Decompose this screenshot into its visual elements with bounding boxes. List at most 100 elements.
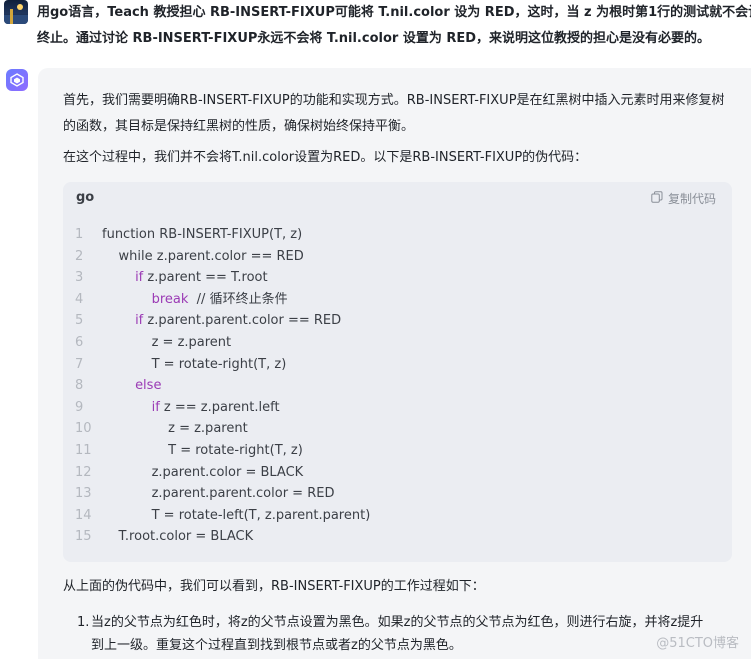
copy-code-button[interactable]: 复制代码 [651, 190, 716, 207]
code-content: while z.parent.color == RED [118, 248, 304, 264]
assistant-paragraph-pseudocode-intro: 在这个过程中，我们并不会将T.nil.color设置为RED。以下是RB-INS… [63, 150, 588, 165]
line-number: 2 [75, 248, 84, 264]
code-text: T = rotate-left(T, z.parent.parent) [102, 505, 371, 527]
code-text: if z.parent.parent.color == RED [102, 310, 341, 332]
code-text: else [102, 375, 161, 397]
code-text: T.root.color = BLACK [102, 526, 254, 548]
code-language-label: go [76, 190, 95, 205]
code-text: if z == z.parent.left [102, 397, 280, 419]
list-item-number: 1. [77, 615, 90, 630]
code-line: 3 if z.parent == T.root [63, 267, 732, 289]
code-line: 4 break // 循环终止条件 [63, 289, 732, 311]
line-number: 3 [75, 270, 84, 286]
line-number: 14 [75, 507, 92, 523]
line-number: 8 [75, 378, 84, 394]
code-text: break // 循环终止条件 [102, 289, 288, 311]
code-line: 5 if z.parent.parent.color == RED [63, 310, 732, 332]
code-text: z = z.parent [102, 332, 232, 354]
paragraph-line: 的函数，其目标是保持红黑树的性质，确保树始终保持平衡。 [63, 119, 415, 134]
line-number: 6 [75, 334, 84, 350]
code-content: function RB-INSERT-FIXUP(T, z) [102, 227, 303, 242]
line-number: 7 [75, 356, 84, 372]
code-block: go 复制代码 1 function RB-INSERT-FIXUP(T, z) 2… [63, 182, 732, 562]
user-message-text: 用go语言，Teach 教授担心 RB-INSERT-FIXUP可能将 T.ni… [37, 0, 751, 52]
code-content: z.parent.parent.color = RED [151, 486, 335, 502]
code-content: T = rotate-right(T, z) [168, 442, 303, 458]
code-content: z = z.parent [168, 421, 248, 437]
code-line: 10 z = z.parent [63, 418, 732, 440]
list-item-line: 当z的父节点为红色时，将z的父节点设置为黑色。如果z的父节点的父节点为红色，则进… [91, 615, 704, 630]
code-line: 6 z = z.parent [63, 332, 732, 354]
chat-page: 用go语言，Teach 教授担心 RB-INSERT-FIXUP可能将 T.ni… [0, 0, 751, 659]
assistant-paragraph-intro: 首先，我们需要明确RB-INSERT-FIXUP的功能和实现方式。RB-INSE… [63, 88, 743, 140]
code-content: z = z.parent [151, 334, 232, 350]
code-text: z.parent.color = BLACK [102, 462, 304, 484]
code-line: 9 if z == z.parent.left [63, 397, 732, 419]
line-number: 12 [75, 464, 92, 480]
line-number: 1 [75, 227, 84, 242]
watermark: @51CTO博客 [656, 636, 739, 651]
line-number: 9 [75, 399, 84, 415]
code-line: 8 else [63, 375, 732, 397]
code-content: T.root.color = BLACK [118, 529, 254, 545]
code-keyword: if [151, 399, 160, 415]
code-line: 14 T = rotate-left(T, z.parent.parent) [63, 505, 732, 527]
code-text: z = z.parent [102, 418, 248, 440]
user-message-line: 终止。通过讨论 RB-INSERT-FIXUP永远不会将 T.nil.color… [37, 31, 711, 46]
code-content: z.parent == T.root [143, 270, 268, 286]
user-avatar[interactable] [4, 0, 28, 24]
list-item-line: 到上一级。重复这个过程直到找到根节点或者z的父节点为黑色。 [91, 638, 462, 653]
code-line: 7 T = rotate-right(T, z) [63, 354, 732, 376]
code-content: z.parent.parent.color == RED [143, 313, 342, 329]
line-number: 5 [75, 313, 84, 329]
code-text: function RB-INSERT-FIXUP(T, z) [102, 224, 302, 246]
code-text: if z.parent == T.root [102, 267, 268, 289]
line-number: 4 [75, 291, 84, 307]
assistant-avatar-icon [6, 69, 28, 91]
code-line: 15 T.root.color = BLACK [63, 526, 732, 548]
user-message-line: 用go语言，Teach 教授担心 RB-INSERT-FIXUP可能将 T.ni… [37, 5, 751, 20]
list-item-text: 当z的父节点为红色时，将z的父节点设置为黑色。如果z的父节点的父节点为红色，则进… [91, 611, 741, 657]
code-lines: 1 function RB-INSERT-FIXUP(T, z) 2 while z… [63, 224, 732, 548]
code-text: T = rotate-right(T, z) [102, 440, 303, 462]
code-text: while z.parent.color == RED [102, 246, 304, 268]
copy-icon [651, 191, 663, 206]
line-number: 15 [75, 529, 92, 545]
paragraph-line: 首先，我们需要明确RB-INSERT-FIXUP的功能和实现方式。RB-INSE… [63, 93, 725, 108]
line-number: 13 [75, 486, 92, 502]
line-number: 11 [75, 442, 92, 458]
code-line: 12 z.parent.color = BLACK [63, 462, 732, 484]
code-content: z.parent.color = BLACK [151, 464, 304, 480]
code-text: z.parent.parent.color = RED [102, 483, 335, 505]
user-message: 用go语言，Teach 教授担心 RB-INSERT-FIXUP可能将 T.ni… [0, 0, 751, 56]
code-text: T = rotate-right(T, z) [102, 354, 287, 376]
code-block-header: go 复制代码 [63, 182, 732, 214]
code-line: 13 z.parent.parent.color = RED [63, 483, 732, 505]
assistant-paragraph-process: 从上面的伪代码中，我们可以看到，RB-INSERT-FIXUP的工作过程如下： [63, 579, 485, 594]
code-line: 1 function RB-INSERT-FIXUP(T, z) [63, 224, 732, 246]
code-keyword: break [151, 291, 189, 307]
code-content: T = rotate-right(T, z) [151, 356, 287, 372]
code-content: z == z.parent.left [159, 399, 280, 415]
code-content: // 循环终止条件 [188, 291, 288, 307]
code-line: 2 while z.parent.color == RED [63, 246, 732, 268]
copy-code-label: 复制代码 [667, 192, 716, 206]
code-content: T = rotate-left(T, z.parent.parent) [151, 507, 371, 523]
code-keyword: else [135, 378, 162, 394]
code-line: 11 T = rotate-right(T, z) [63, 440, 732, 462]
line-number: 10 [75, 421, 92, 437]
